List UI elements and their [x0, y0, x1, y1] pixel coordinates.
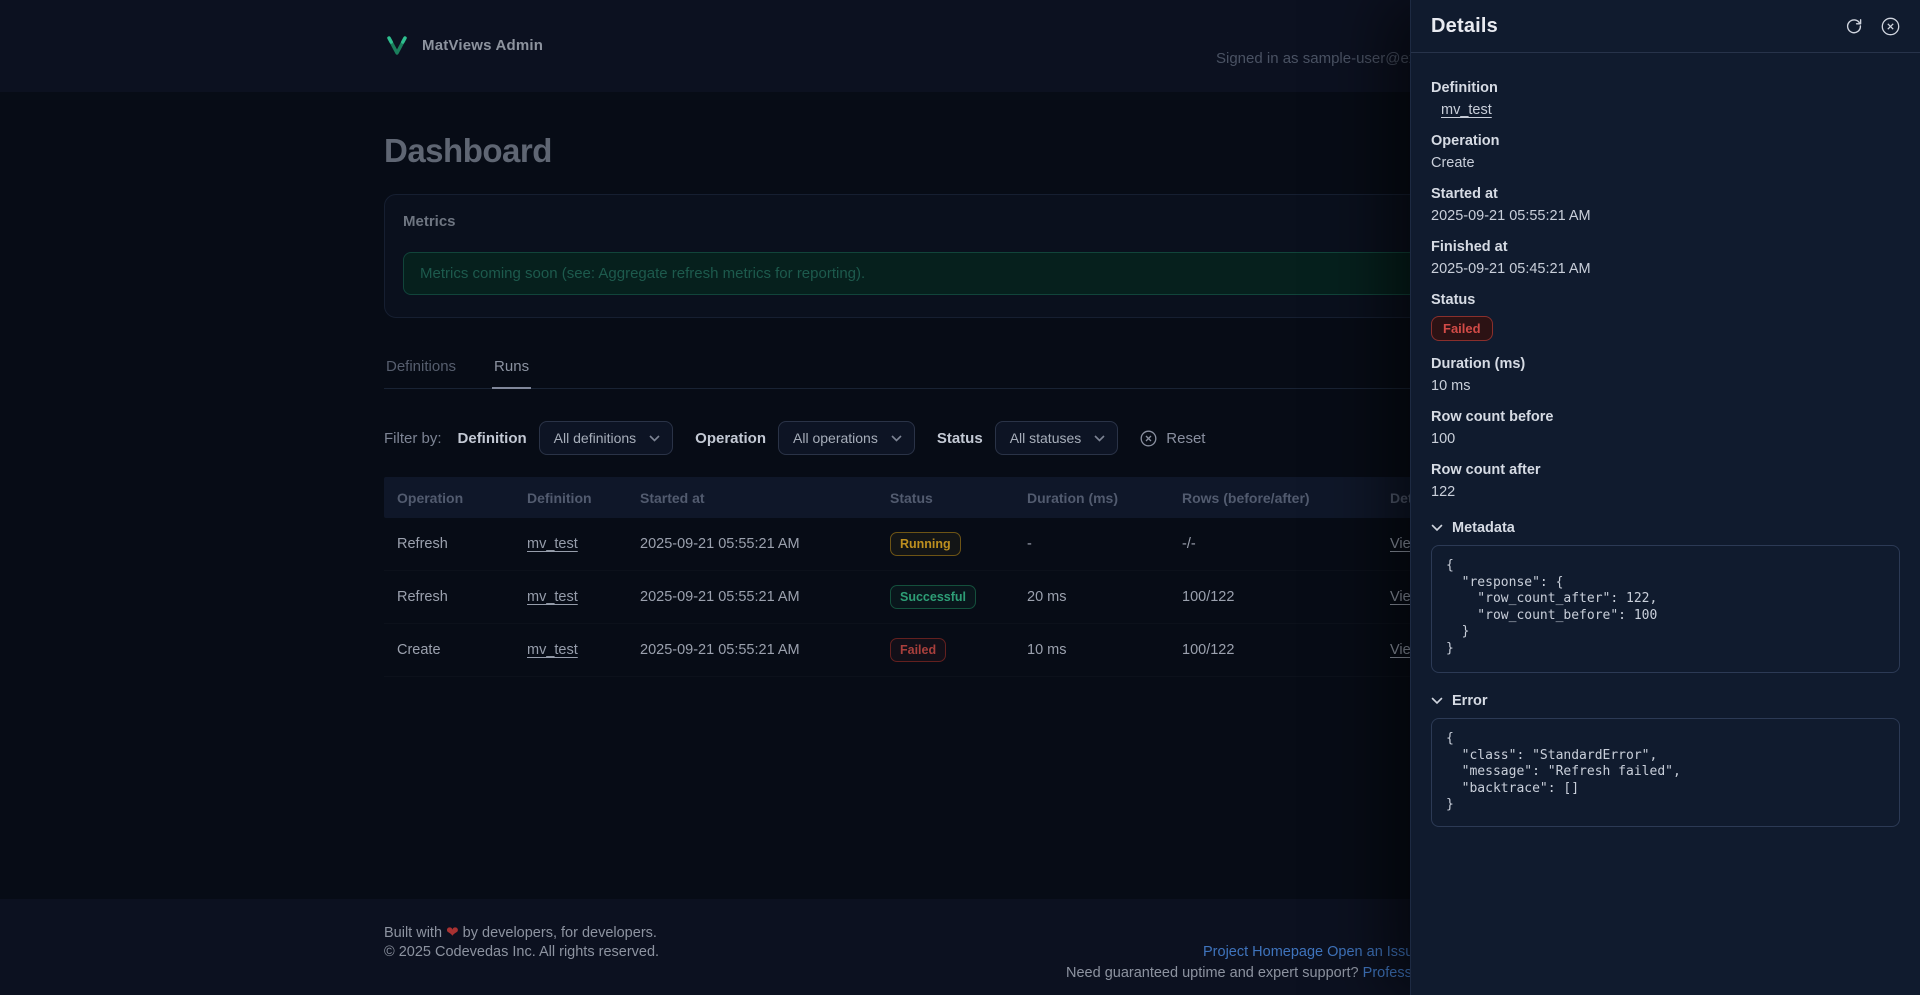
definition-filter-select[interactable]: All definitions	[539, 421, 674, 455]
metadata-section-title: Metadata	[1452, 520, 1515, 536]
cell-duration: 10 ms	[1014, 642, 1169, 658]
runs-table-header: Operation Definition Started at Status D…	[384, 477, 1536, 518]
status-filter-select[interactable]: All statuses	[995, 421, 1119, 455]
metadata-json-block: { "response": { "row_count_after": 122, …	[1431, 545, 1900, 673]
main-content: Dashboard Metrics Metrics coming soon (s…	[384, 92, 1536, 677]
operation-filter-select[interactable]: All operations	[778, 421, 915, 455]
chevron-down-icon	[1431, 697, 1443, 705]
metadata-section-toggle[interactable]: Metadata	[1431, 520, 1900, 536]
details-panel-body: Definition mv_test Operation Create Star…	[1411, 53, 1920, 847]
app-root: MatViews Admin Signed in as sample-user@…	[0, 0, 1920, 995]
footer-built-with: Built with ❤ by developers, for develope…	[384, 923, 657, 941]
duration-field-value: 10 ms	[1431, 378, 1900, 394]
footer-copyright: © 2025 Codevedas Inc. All rights reserve…	[384, 944, 659, 960]
cell-started-at: 2025-09-21 05:55:21 AM	[627, 589, 877, 605]
chevron-down-icon	[891, 435, 902, 442]
status-badge: Failed	[1431, 316, 1493, 341]
cell-rows: 100/122	[1169, 589, 1377, 605]
status-badge: Failed	[890, 638, 946, 662]
row-count-after-label: Row count after	[1431, 462, 1900, 478]
finished-at-field-value: 2025-09-21 05:45:21 AM	[1431, 261, 1900, 277]
metrics-coming-soon-banner: Metrics coming soon (see: Aggregate refr…	[403, 252, 1517, 295]
col-duration: Duration (ms)	[1014, 490, 1169, 506]
status-field-label: Status	[1431, 292, 1900, 308]
finished-at-field-label: Finished at	[1431, 239, 1900, 255]
v-logo-icon	[384, 32, 410, 58]
definition-filter-label: Definition	[458, 430, 527, 447]
error-section-toggle[interactable]: Error	[1431, 693, 1900, 709]
filter-bar: Filter by: Definition All definitions Op…	[384, 421, 1536, 455]
reset-filters-button[interactable]: Reset	[1140, 430, 1205, 447]
definition-link[interactable]: mv_test	[527, 536, 578, 552]
col-started-at: Started at	[627, 490, 877, 506]
cell-duration: -	[1014, 536, 1169, 552]
row-count-before-label: Row count before	[1431, 409, 1900, 425]
filter-by-label: Filter by:	[384, 430, 442, 447]
tab-runs[interactable]: Runs	[492, 358, 531, 389]
cell-rows: 100/122	[1169, 642, 1377, 658]
cell-rows: -/-	[1169, 536, 1377, 552]
cell-operation: Create	[384, 642, 514, 658]
table-row: Refresh mv_test 2025-09-21 05:55:21 AM S…	[384, 571, 1536, 624]
refresh-button[interactable]	[1844, 16, 1864, 36]
cell-started-at: 2025-09-21 05:55:21 AM	[627, 642, 877, 658]
status-filter-label: Status	[937, 430, 983, 447]
footer-links: Project Homepage Open an Issue	[1203, 944, 1421, 960]
tabs: Definitions Runs	[384, 358, 1536, 389]
heart-icon: ❤	[446, 924, 459, 941]
project-homepage-link[interactable]: Project Homepage	[1203, 944, 1323, 960]
duration-field-label: Duration (ms)	[1431, 356, 1900, 372]
definition-field-label: Definition	[1431, 80, 1900, 96]
brand[interactable]: MatViews Admin	[384, 32, 543, 58]
page-title: Dashboard	[384, 132, 1536, 170]
status-filter-value: All statuses	[1010, 430, 1082, 446]
status-badge: Successful	[890, 585, 976, 609]
definition-link[interactable]: mv_test	[527, 642, 578, 658]
chevron-down-icon	[649, 435, 660, 442]
col-status: Status	[877, 490, 1014, 506]
cell-operation: Refresh	[384, 589, 514, 605]
chevron-down-icon	[1094, 435, 1105, 442]
operation-field-label: Operation	[1431, 133, 1900, 149]
operation-filter-value: All operations	[793, 430, 878, 446]
table-row: Create mv_test 2025-09-21 05:55:21 AM Fa…	[384, 624, 1536, 677]
row-count-after-value: 122	[1431, 484, 1900, 500]
metrics-card: Metrics Metrics coming soon (see: Aggreg…	[384, 194, 1536, 318]
circle-x-icon	[1881, 17, 1900, 36]
close-panel-button[interactable]	[1880, 16, 1900, 36]
cell-duration: 20 ms	[1014, 589, 1169, 605]
chevron-down-icon	[1431, 524, 1443, 532]
col-definition: Definition	[514, 490, 627, 506]
details-panel-header: Details	[1411, 0, 1920, 53]
definition-link[interactable]: mv_test	[527, 589, 578, 605]
operation-field-value: Create	[1431, 155, 1900, 171]
started-at-field-value: 2025-09-21 05:55:21 AM	[1431, 208, 1900, 224]
col-operation: Operation	[384, 490, 514, 506]
error-json-block: { "class": "StandardError", "message": "…	[1431, 718, 1900, 827]
error-section-title: Error	[1452, 693, 1487, 709]
runs-table: Operation Definition Started at Status D…	[384, 477, 1536, 677]
status-badge: Running	[890, 532, 961, 556]
brand-label: MatViews Admin	[422, 37, 543, 54]
table-row: Refresh mv_test 2025-09-21 05:55:21 AM R…	[384, 518, 1536, 571]
details-panel-title: Details	[1431, 15, 1844, 38]
circle-x-icon	[1140, 430, 1157, 447]
tab-definitions[interactable]: Definitions	[384, 358, 458, 388]
cell-started-at: 2025-09-21 05:55:21 AM	[627, 536, 877, 552]
definition-filter-value: All definitions	[554, 430, 637, 446]
col-rows: Rows (before/after)	[1169, 490, 1377, 506]
definition-link[interactable]: mv_test	[1441, 102, 1492, 118]
operation-filter-label: Operation	[695, 430, 766, 447]
reset-label: Reset	[1166, 430, 1205, 447]
refresh-icon	[1845, 17, 1863, 35]
metrics-card-title: Metrics	[403, 213, 1517, 230]
started-at-field-label: Started at	[1431, 186, 1900, 202]
row-count-before-value: 100	[1431, 431, 1900, 447]
cell-operation: Refresh	[384, 536, 514, 552]
open-issue-link[interactable]: Open an Issue	[1327, 944, 1421, 960]
details-panel: Details Definition mv_test	[1410, 0, 1920, 995]
